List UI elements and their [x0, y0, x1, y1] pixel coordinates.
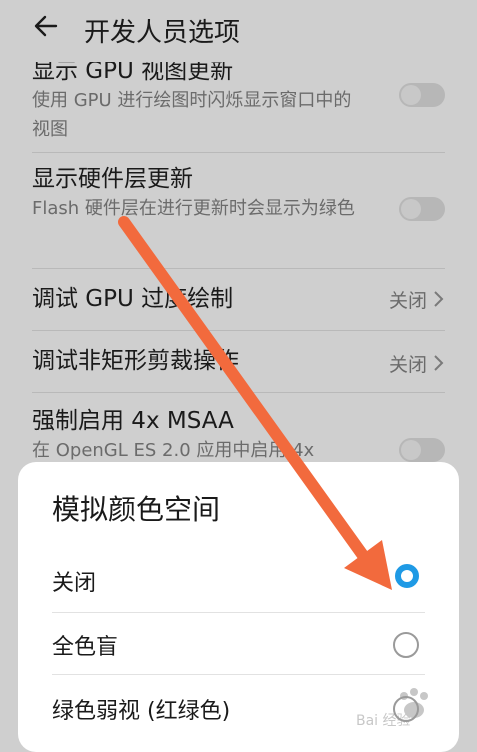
watermark: Bai 经验: [356, 686, 466, 730]
annotation-arrow: [118, 216, 392, 590]
watermark-text: Bai 经验: [356, 713, 411, 729]
